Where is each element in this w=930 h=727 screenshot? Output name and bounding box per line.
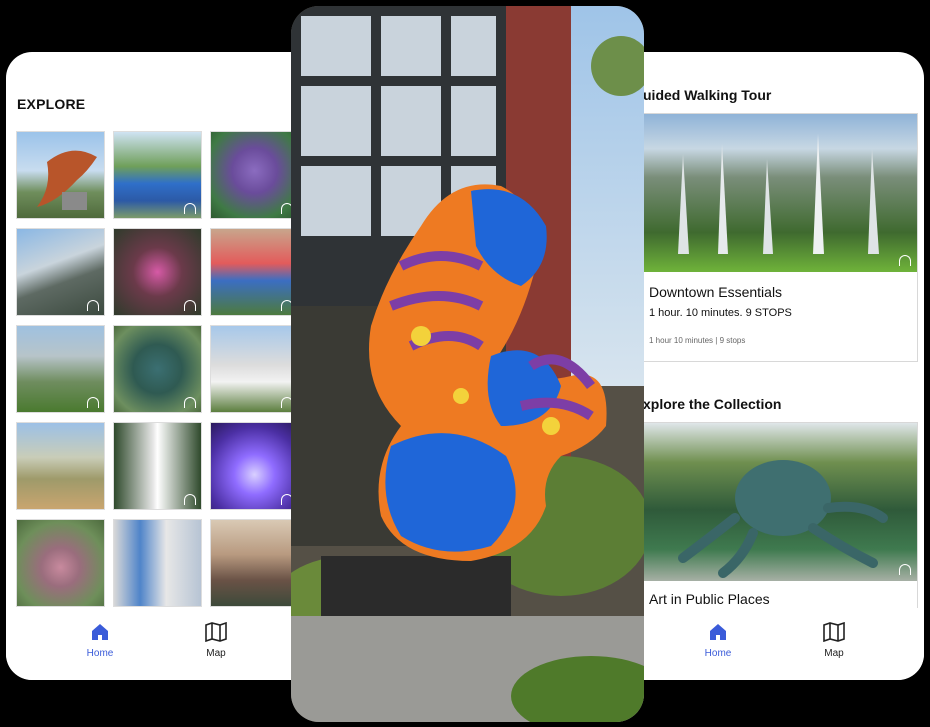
tile-gramophone-sculpture[interactable] (16, 131, 105, 219)
nav-home-label: Home (86, 648, 114, 659)
headphones-icon (184, 300, 196, 311)
home-icon (710, 624, 726, 640)
section-title-collection: xplore the Collection (643, 396, 782, 412)
collection-card[interactable]: Art in Public Places (642, 422, 918, 613)
page-title: EXPLORE (17, 96, 86, 112)
collection-card-image (643, 423, 917, 581)
nav-map-label: Map (824, 648, 844, 659)
nav-map[interactable]: Map (186, 622, 246, 659)
nav-map[interactable]: Map (804, 622, 864, 659)
tour-card-subtitle: 1 hour. 10 minutes. 9 STOPS (649, 307, 792, 319)
tile-pink-tree-installation[interactable] (113, 228, 202, 316)
tile-silver-spikes-sculpture[interactable] (16, 325, 105, 413)
headphones-icon (184, 203, 196, 214)
explore-screen: EXPLORE Home Map (6, 52, 336, 680)
tile-pineapple-sculpture[interactable] (210, 325, 299, 413)
nav-home-label: Home (704, 648, 732, 659)
tile-landscape-mural[interactable] (16, 422, 105, 510)
tile-white-column-sculpture[interactable] (113, 422, 202, 510)
headphones-icon (184, 397, 196, 408)
nav-map-label: Map (206, 648, 226, 659)
bottom-nav: Home Map (6, 608, 336, 680)
tile-portrait-mural[interactable] (210, 519, 299, 607)
home-icon (92, 624, 108, 640)
headphones-icon (899, 255, 911, 266)
hero-artwork-photo (291, 6, 644, 722)
tile-colorful-sculpture-garden[interactable] (210, 228, 299, 316)
headphones-icon (184, 494, 196, 505)
tile-building-facade[interactable] (16, 228, 105, 316)
tile-green-octopus-sculpture[interactable] (113, 325, 202, 413)
tile-blue-mural-wall[interactable] (113, 131, 202, 219)
sculpture-photo (291, 6, 644, 722)
tile-tower-mural[interactable] (113, 519, 202, 607)
map-icon (823, 622, 845, 642)
tile-purple-light-tunnel[interactable] (210, 422, 299, 510)
collection-card-title: Art in Public Places (649, 591, 770, 607)
tile-purple-octopus-sculpture[interactable] (210, 131, 299, 219)
headphones-icon (87, 397, 99, 408)
section-title-tours: uided Walking Tour (643, 87, 772, 103)
nav-home[interactable]: Home (70, 622, 130, 659)
map-icon (205, 622, 227, 642)
tour-card[interactable]: Downtown Essentials 1 hour. 10 minutes. … (642, 113, 918, 362)
tour-card-image (643, 114, 917, 272)
tile-geodesic-sphere-sculpture[interactable] (16, 519, 105, 607)
artwork-grid (16, 131, 299, 607)
headphones-icon (899, 564, 911, 575)
nav-home[interactable]: Home (688, 622, 748, 659)
headphones-icon (87, 300, 99, 311)
tour-card-meta: 1 hour 10 minutes | 9 stops (649, 336, 746, 345)
tour-card-title: Downtown Essentials (649, 284, 783, 300)
